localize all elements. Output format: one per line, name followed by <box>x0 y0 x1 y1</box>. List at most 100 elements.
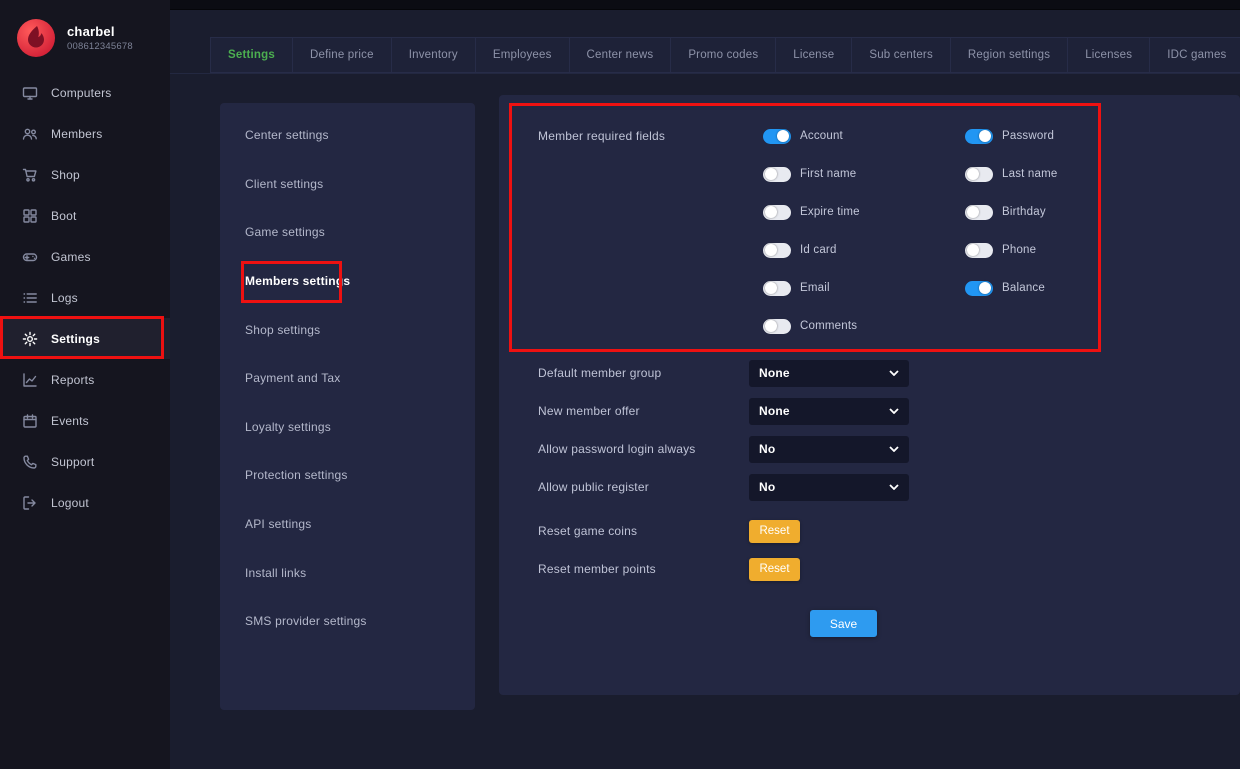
reports-chart-icon <box>22 372 38 388</box>
subnav-item-label: Install links <box>245 566 306 580</box>
toggle-password[interactable] <box>965 129 993 144</box>
field-label: Allow password login always <box>538 442 749 456</box>
sidebar-item-logs[interactable]: Logs <box>0 277 170 318</box>
toggle-label: Comments <box>800 320 857 332</box>
toggle-knob <box>967 244 979 256</box>
avatar <box>16 18 56 58</box>
tab-label: Promo codes <box>688 49 758 61</box>
toggle-first-name[interactable] <box>763 167 791 182</box>
support-phone-icon <box>22 454 38 470</box>
logout-icon <box>22 495 38 511</box>
sidebar-item-logout[interactable]: Logout <box>0 482 170 523</box>
toggle-knob <box>765 320 777 332</box>
tab-inventory[interactable]: Inventory <box>392 37 476 73</box>
subnav-item-sms-provider-settings[interactable]: SMS provider settings <box>220 597 475 646</box>
toggle-label: Email <box>800 282 830 294</box>
toggle-label: First name <box>800 168 856 180</box>
toggle-knob <box>765 282 777 294</box>
sidebar-nav: Computers Members Shop Boot Games Logs <box>0 72 170 523</box>
sidebar-item-boot[interactable]: Boot <box>0 195 170 236</box>
sidebar-item-shop[interactable]: Shop <box>0 154 170 195</box>
tab-licenses[interactable]: Licenses <box>1068 37 1150 73</box>
subnav-item-label: Payment and Tax <box>245 371 341 385</box>
save-button[interactable]: Save <box>810 610 877 637</box>
subnav-item-center-settings[interactable]: Center settings <box>220 111 475 160</box>
sidebar-item-label: Boot <box>51 209 77 223</box>
subnav-item-loyalty-settings[interactable]: Loyalty settings <box>220 403 475 452</box>
reset-game-coins-button[interactable]: Reset <box>749 520 800 543</box>
toggle-label: Account <box>800 130 843 142</box>
toggle-comments[interactable] <box>763 319 791 334</box>
sidebar-item-label: Members <box>51 127 102 141</box>
reset-member-points-button[interactable]: Reset <box>749 558 800 581</box>
toggle-label: Birthday <box>1002 206 1046 218</box>
toggle-knob <box>967 168 979 180</box>
toggle-knob <box>967 206 979 218</box>
tab-label: Settings <box>228 49 275 61</box>
toggle-knob <box>765 206 777 218</box>
sidebar-item-label: Logout <box>51 496 89 510</box>
subnav-item-members-settings[interactable]: Members settings <box>220 257 475 306</box>
toggle-label: Last name <box>1002 168 1058 180</box>
default-member-group-select[interactable]: None <box>749 360 909 387</box>
toggle-label: Expire time <box>800 206 860 218</box>
toggles-column-2: Password Last name Birthday Phone Balanc… <box>965 117 1058 345</box>
tab-sub-centers[interactable]: Sub centers <box>852 37 951 73</box>
subnav-item-api-settings[interactable]: API settings <box>220 500 475 549</box>
toggle-expire-time[interactable] <box>763 205 791 220</box>
toggle-email[interactable] <box>763 281 791 296</box>
tab-idc-games[interactable]: IDC games <box>1150 37 1240 73</box>
toggle-label: Balance <box>1002 282 1045 294</box>
toggle-balance[interactable] <box>965 281 993 296</box>
sidebar-item-reports[interactable]: Reports <box>0 359 170 400</box>
sidebar-item-members[interactable]: Members <box>0 113 170 154</box>
settings-gear-icon <box>22 331 38 347</box>
subnav-item-payment-and-tax[interactable]: Payment and Tax <box>220 354 475 403</box>
tab-settings[interactable]: Settings <box>210 37 293 73</box>
subnav-item-label: API settings <box>245 517 311 531</box>
allow-public-register-select[interactable]: No <box>749 474 909 501</box>
subnav-item-label: Client settings <box>245 177 323 191</box>
sidebar-item-computers[interactable]: Computers <box>0 72 170 113</box>
members-icon <box>22 126 38 142</box>
subnav-item-shop-settings[interactable]: Shop settings <box>220 305 475 354</box>
sidebar-item-games[interactable]: Games <box>0 236 170 277</box>
select-value: None <box>759 366 790 380</box>
tab-define-price[interactable]: Define price <box>293 37 392 73</box>
sidebar-item-settings[interactable]: Settings <box>0 318 170 359</box>
subnav-item-protection-settings[interactable]: Protection settings <box>220 451 475 500</box>
tab-license[interactable]: License <box>776 37 852 73</box>
toggle-phone[interactable] <box>965 243 993 258</box>
new-member-offer-select[interactable]: None <box>749 398 909 425</box>
toggle-label: Phone <box>1002 244 1036 256</box>
tab-promo-codes[interactable]: Promo codes <box>671 37 776 73</box>
toggle-id-card[interactable] <box>763 243 791 258</box>
field-label: Default member group <box>538 366 749 380</box>
sidebar-item-label: Computers <box>51 86 112 100</box>
select-rows: Default member group None New member off… <box>499 354 1240 506</box>
toggle-label: Id card <box>800 244 837 256</box>
toggle-last-name[interactable] <box>965 167 993 182</box>
toggle-birthday[interactable] <box>965 205 993 220</box>
computers-icon <box>22 85 38 101</box>
toggle-label: Password <box>1002 130 1054 142</box>
subnav-item-install-links[interactable]: Install links <box>220 548 475 597</box>
sidebar-item-label: Settings <box>51 332 100 346</box>
field-label: Allow public register <box>538 480 749 494</box>
toggle-knob <box>777 130 789 142</box>
subnav-item-client-settings[interactable]: Client settings <box>220 160 475 209</box>
allow-password-login-always-select[interactable]: No <box>749 436 909 463</box>
tab-center-news[interactable]: Center news <box>570 37 672 73</box>
user-profile[interactable]: charbel 008612345678 <box>0 0 170 72</box>
sidebar-item-events[interactable]: Events <box>0 400 170 441</box>
toggles-column-1: Account First name Expire time Id card E… <box>763 117 965 345</box>
shop-cart-icon <box>22 167 38 183</box>
subnav-item-game-settings[interactable]: Game settings <box>220 208 475 257</box>
tab-region-settings[interactable]: Region settings <box>951 37 1068 73</box>
settings-subnav: Center settings Client settings Game set… <box>220 103 475 710</box>
select-value: No <box>759 442 775 456</box>
tab-employees[interactable]: Employees <box>476 37 570 73</box>
toggle-account[interactable] <box>763 129 791 144</box>
subnav-item-label: Loyalty settings <box>245 420 331 434</box>
sidebar-item-support[interactable]: Support <box>0 441 170 482</box>
